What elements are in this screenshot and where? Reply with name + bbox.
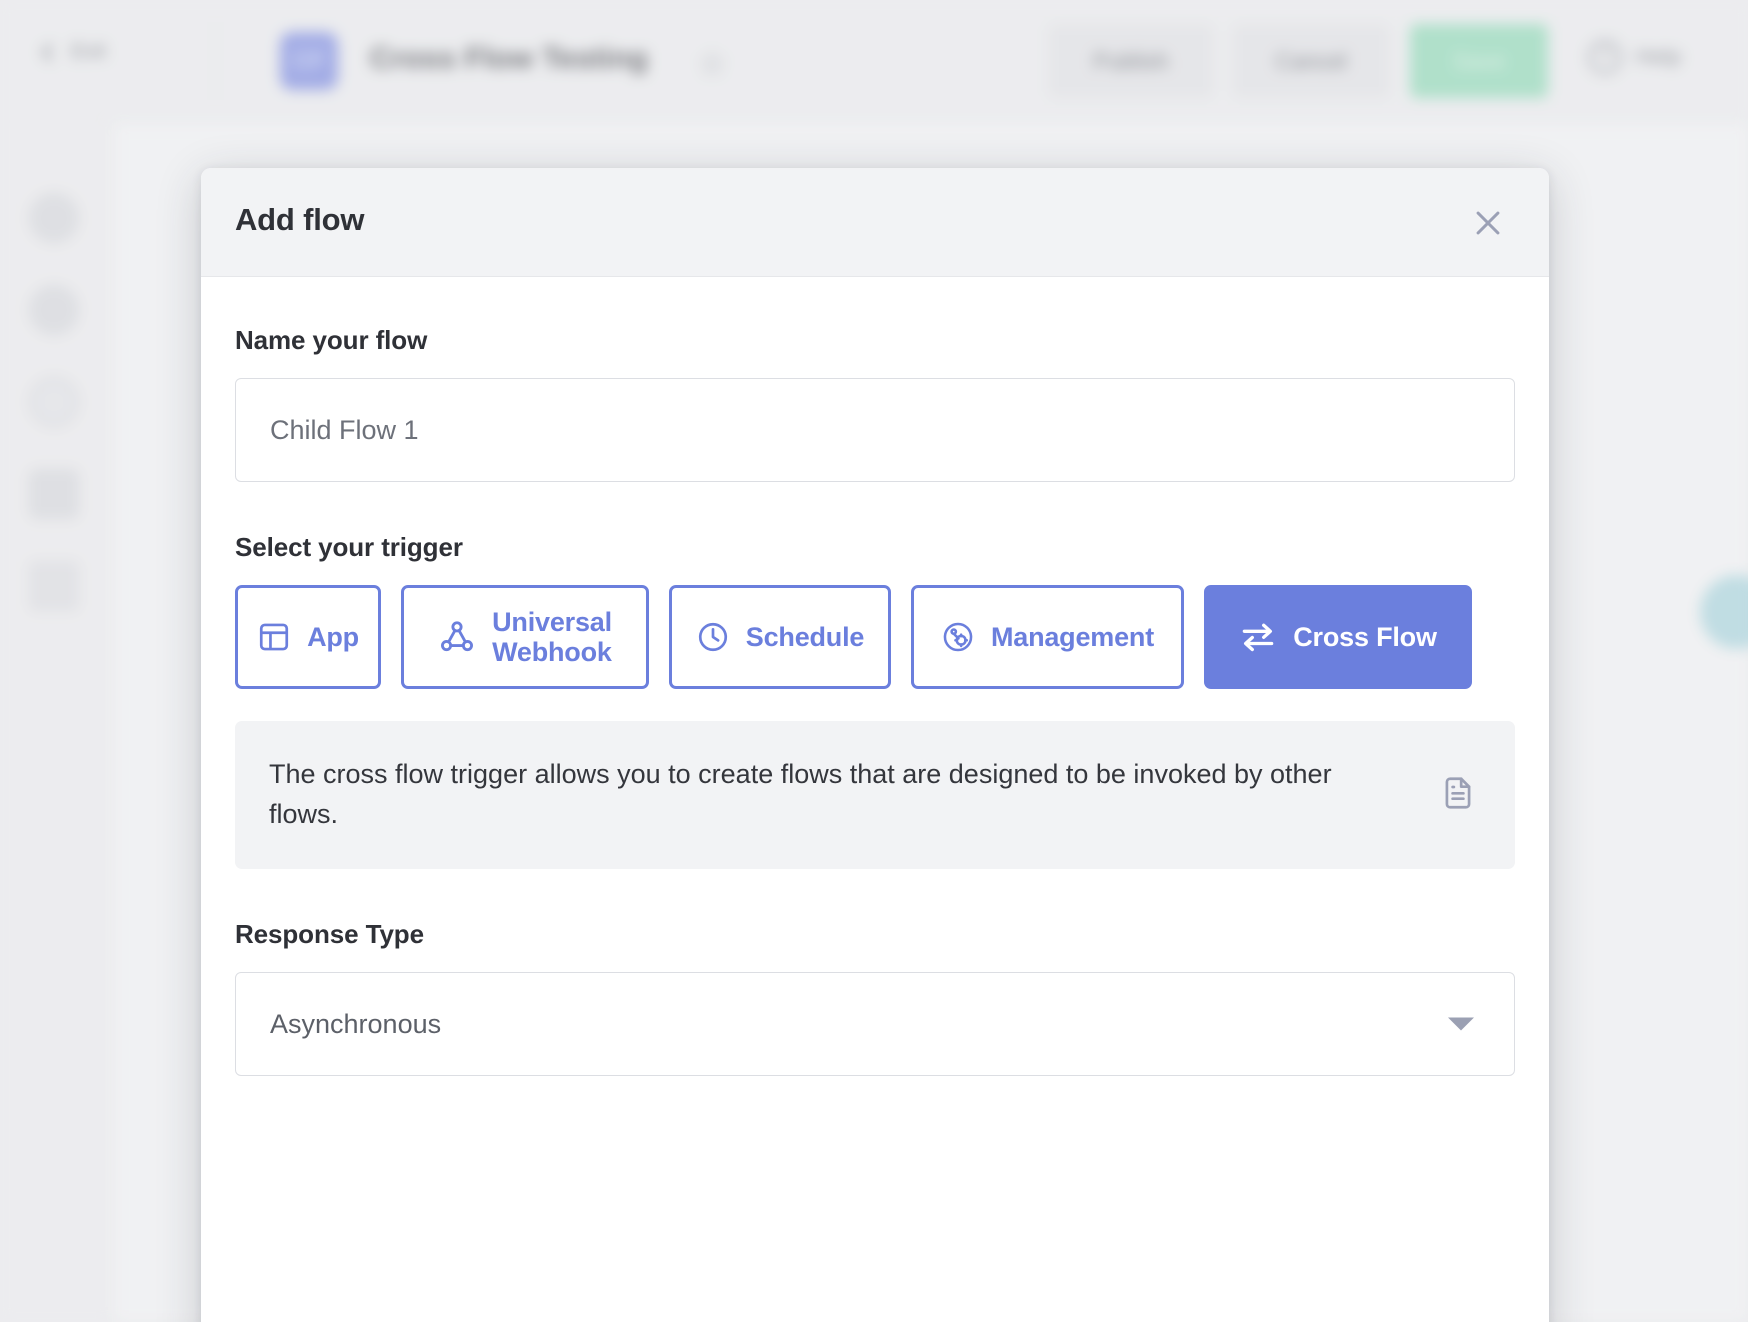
response-type-value: Asynchronous: [270, 1008, 442, 1039]
webhook-icon: [438, 618, 476, 656]
trigger-option-label: Management: [990, 621, 1155, 652]
app-root: Exit CF Cross Flow Testing ☆ Publish Can…: [0, 0, 1748, 1322]
trigger-option-management[interactable]: Management: [911, 585, 1184, 689]
trigger-option-label: App: [307, 621, 359, 652]
gear-circle-icon: [941, 620, 975, 654]
trigger-option-schedule[interactable]: Schedule: [669, 585, 891, 689]
chevron-down-icon: [1448, 1017, 1474, 1031]
add-flow-modal: Add flow Name your flow Child Flow 1 Sel…: [201, 168, 1549, 1322]
flow-name-input[interactable]: Child Flow 1: [235, 378, 1515, 482]
clock-icon: [696, 620, 730, 654]
trigger-option-label: Schedule: [745, 621, 865, 652]
response-type-select[interactable]: Asynchronous: [235, 972, 1515, 1076]
trigger-option-universal-webhook[interactable]: Universal Webhook: [401, 585, 649, 689]
modal-body: Name your flow Child Flow 1 Select your …: [201, 277, 1549, 1076]
trigger-field-label: Select your trigger: [235, 532, 463, 562]
trigger-option-cross-flow[interactable]: Cross Flow: [1204, 585, 1472, 689]
close-icon[interactable]: [1463, 198, 1513, 248]
trigger-description-box: The cross flow trigger allows you to cre…: [235, 721, 1515, 869]
trigger-options: App Universal Webhook Schedule Managemen…: [235, 585, 1515, 689]
trigger-option-app[interactable]: App: [235, 585, 381, 689]
trigger-option-label: Cross Flow: [1293, 621, 1437, 652]
trigger-description-text: The cross flow trigger allows you to cre…: [269, 759, 1332, 829]
document-icon[interactable]: [1439, 774, 1477, 817]
swap-arrows-icon: [1239, 618, 1277, 656]
response-type-label: Response Type: [235, 919, 424, 949]
name-field-label: Name your flow: [235, 325, 428, 355]
modal-title: Add flow: [235, 202, 365, 237]
layout-icon: [257, 620, 291, 654]
modal-header: Add flow: [201, 168, 1549, 277]
trigger-option-label: Universal Webhook: [492, 606, 612, 667]
